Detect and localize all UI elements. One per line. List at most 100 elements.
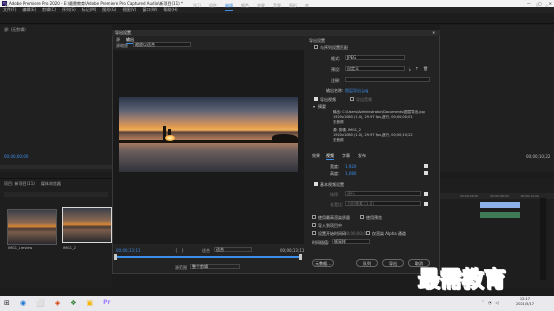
export-video-label: 导出视频 [320,97,336,102]
preview-trees [272,134,298,143]
taskbar-app-icon[interactable]: ⬜ [36,298,45,308]
timeline-video-clip[interactable] [480,202,520,208]
aspect-label: 长宽比: [330,202,344,207]
volume-icon[interactable]: ◁ [496,300,499,305]
window-title: Adobe Premiere Pro 2020 - E:\最需教育\Adobe … [9,1,183,6]
mark-out-icon[interactable]: } [182,248,185,253]
format-select[interactable]: JPEG [345,55,405,60]
tab-media-browser[interactable]: 媒体浏览器 [41,181,61,187]
subtab-video[interactable]: 视频 [326,153,334,160]
search-icon[interactable]: ⌕ [545,3,548,9]
share-icon[interactable]: ⇪ [535,3,539,9]
use-previews-label: 使用预览 [366,215,382,220]
source-range-select[interactable]: 整个剪辑 [190,264,240,269]
taskbar-clock[interactable]: 12:17 2021/5/17 [516,297,534,307]
workspace-tab-effects[interactable]: 效果 [257,0,265,11]
project-clip-thumbnail-selected[interactable] [62,207,112,243]
comments-input[interactable] [345,77,430,82]
network-icon[interactable]: ◔ [488,300,492,305]
taskbar-app-icon[interactable]: ▣ [87,298,94,308]
render-alpha-only-checkbox[interactable] [366,231,370,235]
preset-select[interactable]: 自定义 [345,66,405,71]
taskbar-app-icon[interactable]: ❖ [70,298,76,308]
export-video-checkbox[interactable] [314,97,318,101]
workspace-tab-libraries[interactable]: 库 [305,0,309,11]
match-sequence-checkbox[interactable] [314,45,318,49]
metadata-button[interactable]: 元数据... [312,259,334,267]
preview-timecode-current[interactable]: 00;00;13;11 [116,248,140,253]
basic-video-settings-checkbox[interactable] [314,182,318,186]
delete-preset-icon[interactable]: 🗑 [423,66,428,71]
comments-label: 注释: [331,78,341,83]
project-tabs: 项目: 新项目(11) 媒体浏览器 [4,181,61,187]
dialog-title: 导出设置 [112,30,440,36]
set-start-timecode-checkbox[interactable] [312,231,316,235]
close-icon[interactable]: ✕ [432,30,435,36]
taskbar-premiere-icon[interactable]: Pr [103,298,110,308]
import-into-project-label: 导入到项目中 [318,223,342,228]
match-source-width-checkbox[interactable] [424,164,428,168]
taskbar-app-icon[interactable]: ◈ [55,298,60,308]
workspace-tab-learn[interactable]: 学习 [193,0,201,11]
clip-name: IMG1_2 [63,246,76,250]
workspace-tab-editing[interactable]: 编辑 [225,0,233,11]
out-point-handle[interactable] [299,254,302,260]
ruler-tick: 00;00;12;00 [520,194,539,198]
summary-chevron-icon[interactable]: ▾ [313,104,315,109]
program-monitor-panel [440,25,554,172]
summary-output-extra: 无音频 [333,120,344,124]
height-value[interactable]: 1,080 [345,171,356,176]
field-order-select[interactable]: 逐行 [345,191,421,196]
source-scaling-select[interactable]: 缩放以适合 [133,42,191,47]
max-render-quality-checkbox[interactable] [312,215,316,219]
match-field-order-checkbox[interactable] [424,192,428,196]
workspace-tab-color[interactable]: 颜色 [241,0,249,11]
timeline-ruler[interactable]: 00;00;04;00 00;00;08;00 00;00;12;00 [440,193,554,199]
import-into-project-checkbox[interactable] [312,223,316,227]
in-point-handle[interactable] [114,254,117,260]
output-name-link[interactable]: 图层导出.jpg [345,88,368,94]
import-preset-icon[interactable]: ⤒ [416,66,418,71]
source-timecode[interactable]: 00;00;00;00 [4,154,28,159]
taskbar-app-icon[interactable]: ◉ [20,298,26,308]
match-aspect-checkbox[interactable] [424,202,428,206]
close-window-button[interactable]: ✕ [549,0,552,7]
preview-sun [165,135,175,141]
windows-start-icon[interactable]: ⊞ [4,299,12,307]
mark-in-icon[interactable]: { [175,248,178,253]
workspace-tab-graphics[interactable]: 图形 [289,0,297,11]
time-interpolation-select[interactable]: 帧采样 [332,239,370,244]
fit-select[interactable]: 适合 [214,247,252,252]
tab-project[interactable]: 项目: 新项目(11) [4,181,35,187]
home-icon[interactable]: ⌂ [5,2,12,9]
subtab-publish[interactable]: 发布 [358,153,366,159]
workspace-tab-audio[interactable]: 音频 [273,0,281,11]
format-label: 格式: [331,56,341,61]
aspect-select[interactable]: 方形像素 (1.0) [345,201,421,206]
export-button[interactable]: 导出 [382,259,404,267]
clock-date: 2021/5/17 [516,302,534,306]
queue-button[interactable]: 队列 [356,259,378,267]
summary-source-detail: 1920x1080 (1.0), 29.97 fps,逐行, 00;00;10;… [333,133,413,137]
subtab-captions[interactable]: 字幕 [342,153,350,159]
start-timecode-value[interactable]: 00;00;00;00 [344,231,368,236]
subtab-effects[interactable]: 效果 [312,153,320,159]
save-preset-icon[interactable]: ⤓ [409,66,411,71]
chevron-up-icon[interactable]: ˄ [482,300,484,305]
source-range-label: 源范围 [175,265,187,270]
project-clip-thumbnail[interactable] [7,209,57,245]
source-monitor-tab[interactable]: 源: (无剪辑) [4,27,26,33]
match-source-height-checkbox[interactable] [424,171,428,175]
minimize-button[interactable]: — [527,0,531,7]
export-settings-header[interactable]: 导出设置 [309,38,325,44]
use-previews-checkbox[interactable] [360,215,364,219]
export-audio-checkbox[interactable] [350,97,354,101]
workspace-tab-assembly[interactable]: 组件 [209,0,217,11]
time-interpolation-label: 时间插值: [312,240,330,245]
output-name-label: 输出名称: [326,88,344,93]
width-value[interactable]: 1,920 [345,164,356,169]
render-alpha-only-label: 仅渲染 Alpha 通道 [372,231,406,236]
clip-name: IMG1_Lreview [8,246,33,250]
timeline-video-clip[interactable] [480,212,520,218]
max-render-quality-label: 使用最高渲染质量 [318,215,350,220]
